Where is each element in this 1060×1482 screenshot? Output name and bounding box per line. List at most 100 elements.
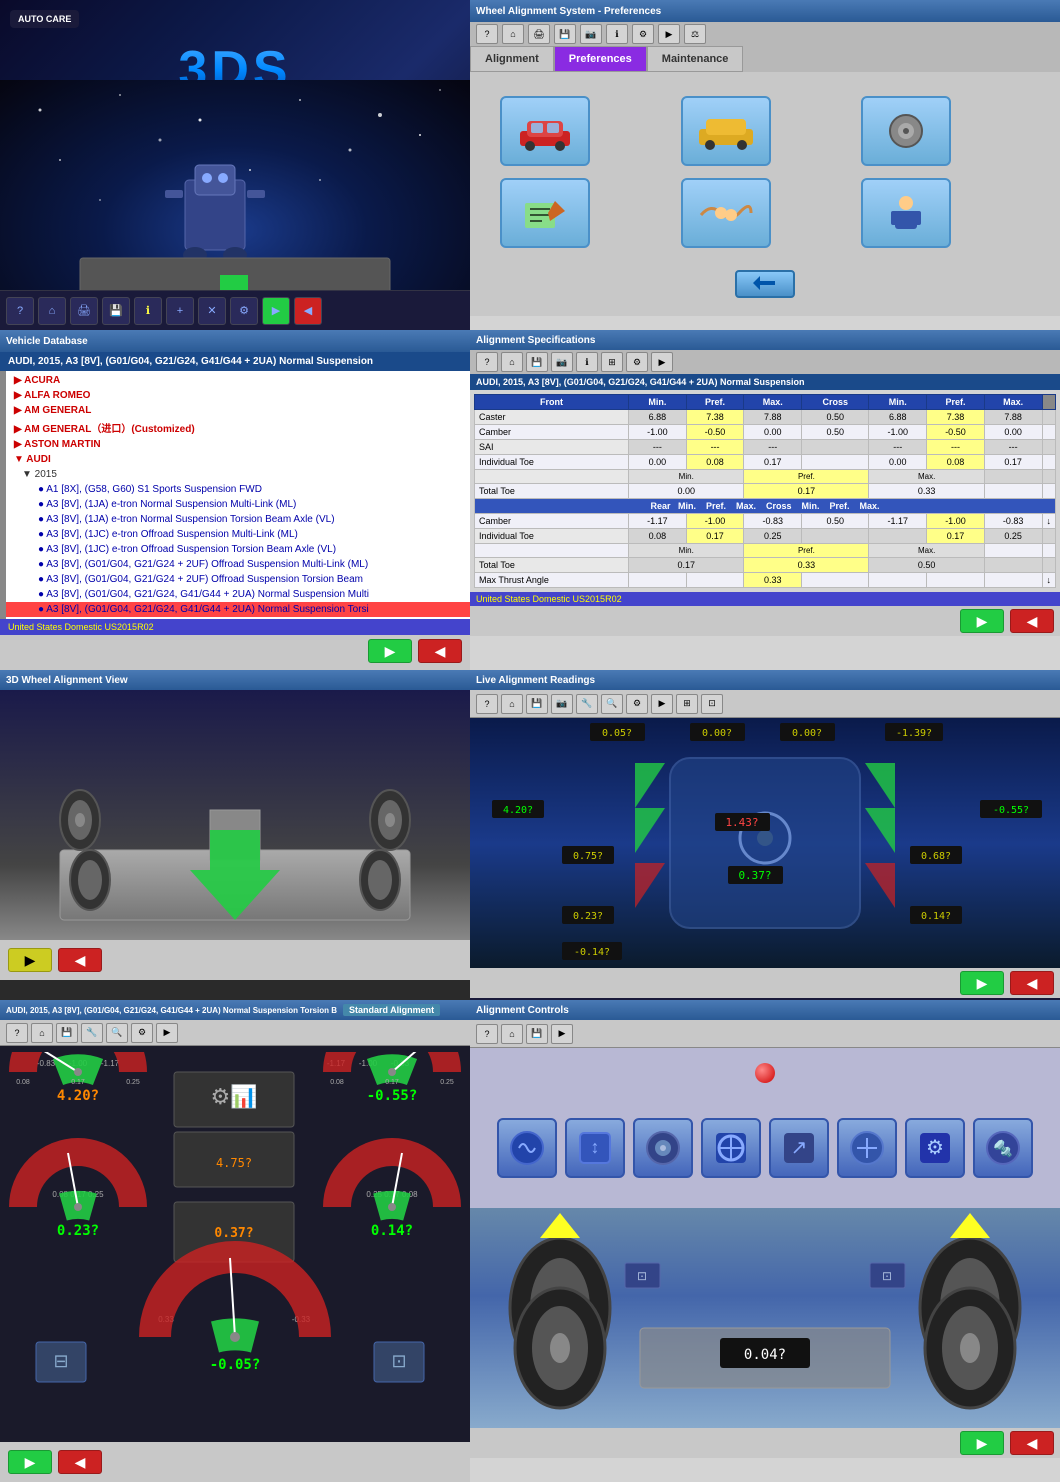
live-back-btn[interactable]: ◀ (1010, 971, 1054, 995)
gauge-tb-settings[interactable]: ⚙ (131, 1023, 153, 1043)
pref-back-btn[interactable] (735, 270, 795, 298)
pref-tb-settings[interactable]: ⚙ (632, 24, 654, 44)
gauge-tb-zoom[interactable]: 🔍 (106, 1023, 128, 1043)
pref-tb-help[interactable]: ? (476, 24, 498, 44)
gauge-tb-help[interactable]: ? (6, 1023, 28, 1043)
col-scroll[interactable] (1042, 395, 1056, 410)
model-a3-etron-ml[interactable]: ● A3 [8V], (1JA) e-tron Normal Suspensio… (6, 497, 470, 512)
ac-tb-save[interactable]: 💾 (526, 1024, 548, 1044)
model-a3-2uf-tb[interactable]: ● A3 [8V], (G01/G04, G21/G24 + 2UF) Offr… (6, 572, 470, 587)
live-tb-extra[interactable]: ⊡ (701, 694, 723, 714)
pref-tb-photo[interactable]: 📷 (580, 24, 602, 44)
3d-red-btn[interactable]: ◀ (58, 948, 102, 972)
make-acura[interactable]: ▶ ACURA (6, 373, 470, 388)
3d-yellow-btn[interactable]: ▶ (8, 948, 52, 972)
live-tb-settings[interactable]: ⚙ (626, 694, 648, 714)
pref-icon-vehicle[interactable] (500, 96, 590, 166)
pref-icon-handshake[interactable] (681, 178, 771, 248)
gauge-tb-home[interactable]: ⌂ (31, 1023, 53, 1043)
align-icon-5[interactable]: ↗ (769, 1118, 829, 1178)
info-btn[interactable]: ℹ (134, 297, 162, 325)
model-a3-offroad-ml[interactable]: ● A3 [8V], (1JC) e-tron Offroad Suspensi… (6, 527, 470, 542)
pref-icon-settings[interactable] (861, 96, 951, 166)
model-a3-offroad-vl[interactable]: ● A3 [8V], (1JC) e-tron Offroad Suspensi… (6, 542, 470, 557)
live-next-btn[interactable]: ▶ (960, 971, 1004, 995)
pref-icon-person[interactable] (861, 178, 951, 248)
vehicle-back-btn[interactable]: ◀ (418, 639, 462, 663)
pref-tb-save[interactable]: 💾 (554, 24, 576, 44)
gauge-next-btn[interactable]: ▶ (8, 1450, 52, 1474)
live-tb-next[interactable]: ▶ (651, 694, 673, 714)
specs-tb-grid[interactable]: ⊞ (601, 352, 623, 372)
pref-icon-edit[interactable] (500, 178, 590, 248)
align-icon-6[interactable] (837, 1118, 897, 1178)
specs-tb-save[interactable]: 💾 (526, 352, 548, 372)
year-2015[interactable]: ▼ 2015 (6, 467, 470, 482)
camber-min2: -1.00 (869, 425, 927, 440)
live-tb-help[interactable]: ? (476, 694, 498, 714)
align-icon-3[interactable] (633, 1118, 693, 1178)
specs-tb-home[interactable]: ⌂ (501, 352, 523, 372)
ac-back-btn[interactable]: ◀ (1010, 1431, 1054, 1455)
specs-tb-photo[interactable]: 📷 (551, 352, 573, 372)
close-btn[interactable]: ✕ (198, 297, 226, 325)
make-amgeneral-import[interactable]: ▶ AM GENERAL（进口）(Customized) (6, 418, 470, 437)
align-icon-1[interactable] (497, 1118, 557, 1178)
specs-tb-help[interactable]: ? (476, 352, 498, 372)
ac-tb-next[interactable]: ▶ (551, 1024, 573, 1044)
pref-tb-printer[interactable]: 🖨 (528, 24, 550, 44)
make-aston[interactable]: ▶ ASTON MARTIN (6, 437, 470, 452)
pref-tb-next[interactable]: ▶ (658, 24, 680, 44)
vehicle-selector-panel: Vehicle Database AUDI, 2015, A3 [8V], (G… (0, 330, 470, 670)
model-a1[interactable]: ● A1 [8X], (G58, G60) S1 Sports Suspensi… (6, 482, 470, 497)
make-alfa[interactable]: ▶ ALFA ROMEO (6, 388, 470, 403)
live-tb-photo[interactable]: 📷 (551, 694, 573, 714)
specs-tb-info[interactable]: ℹ (576, 352, 598, 372)
print-btn[interactable]: 🖨 (70, 297, 98, 325)
align-icon-2[interactable]: ↕ (565, 1118, 625, 1178)
gauge-tb-wrench[interactable]: 🔧 (81, 1023, 103, 1043)
gauge-tb-save[interactable]: 💾 (56, 1023, 78, 1043)
ac-tb-help[interactable]: ? (476, 1024, 498, 1044)
pref-tb-info[interactable]: ℹ (606, 24, 628, 44)
make-audi[interactable]: ▼ AUDI (6, 452, 470, 467)
tab-preferences[interactable]: Preferences (554, 46, 647, 72)
gauge-title-text: AUDI, 2015, A3 [8V], (G01/G04, G21/G24, … (6, 1006, 337, 1015)
specs-next-btn[interactable]: ▶ (960, 609, 1004, 633)
gauge-back-btn[interactable]: ◀ (58, 1450, 102, 1474)
live-tb-grid[interactable]: ⊞ (676, 694, 698, 714)
pref-tb-scale[interactable]: ⚖ (684, 24, 706, 44)
svg-text:↗: ↗ (791, 1137, 808, 1159)
tab-alignment[interactable]: Alignment (470, 46, 554, 72)
ac-next-btn[interactable]: ▶ (960, 1431, 1004, 1455)
ind-toe-pref: 0.08 (686, 455, 744, 470)
pref-tb-home[interactable]: ⌂ (502, 24, 524, 44)
model-a3-etron-vl[interactable]: ● A3 [8V], (1JA) e-tron Normal Suspensio… (6, 512, 470, 527)
align-icon-4[interactable] (701, 1118, 761, 1178)
model-a3-2ua-ml[interactable]: ● A3 [8V], (G01/G04, G21/G24, G41/G44 + … (6, 587, 470, 602)
next-btn[interactable]: ▶ (262, 297, 290, 325)
specs-tb-next[interactable]: ▶ (651, 352, 673, 372)
pref-icon-car2[interactable] (681, 96, 771, 166)
align-icon-7[interactable]: ⚙ (905, 1118, 965, 1178)
live-tb-zoom[interactable]: 🔍 (601, 694, 623, 714)
align-icon-8[interactable]: 🔩 (973, 1118, 1033, 1178)
save-btn[interactable]: 💾 (102, 297, 130, 325)
help-btn[interactable]: ? (6, 297, 34, 325)
vehicle-next-btn[interactable]: ▶ (368, 639, 412, 663)
add-btn[interactable]: + (166, 297, 194, 325)
specs-tb-settings[interactable]: ⚙ (626, 352, 648, 372)
make-amgeneral[interactable]: ▶ AM GENERAL (6, 403, 470, 418)
specs-back-btn[interactable]: ◀ (1010, 609, 1054, 633)
settings-btn[interactable]: ⚙ (230, 297, 258, 325)
tab-maintenance[interactable]: Maintenance (647, 46, 744, 72)
model-a3-2uf-ml[interactable]: ● A3 [8V], (G01/G04, G21/G24 + 2UF) Offr… (6, 557, 470, 572)
home-btn[interactable]: ⌂ (38, 297, 66, 325)
live-tb-wrench[interactable]: 🔧 (576, 694, 598, 714)
gauge-tb-next[interactable]: ▶ (156, 1023, 178, 1043)
ac-tb-home[interactable]: ⌂ (501, 1024, 523, 1044)
live-tb-home[interactable]: ⌂ (501, 694, 523, 714)
back-btn[interactable]: ◀ (294, 297, 322, 325)
model-a3-2ua-selected[interactable]: ● A3 [8V], (G01/G04, G21/G24, G41/G44 + … (6, 602, 470, 617)
live-tb-save[interactable]: 💾 (526, 694, 548, 714)
